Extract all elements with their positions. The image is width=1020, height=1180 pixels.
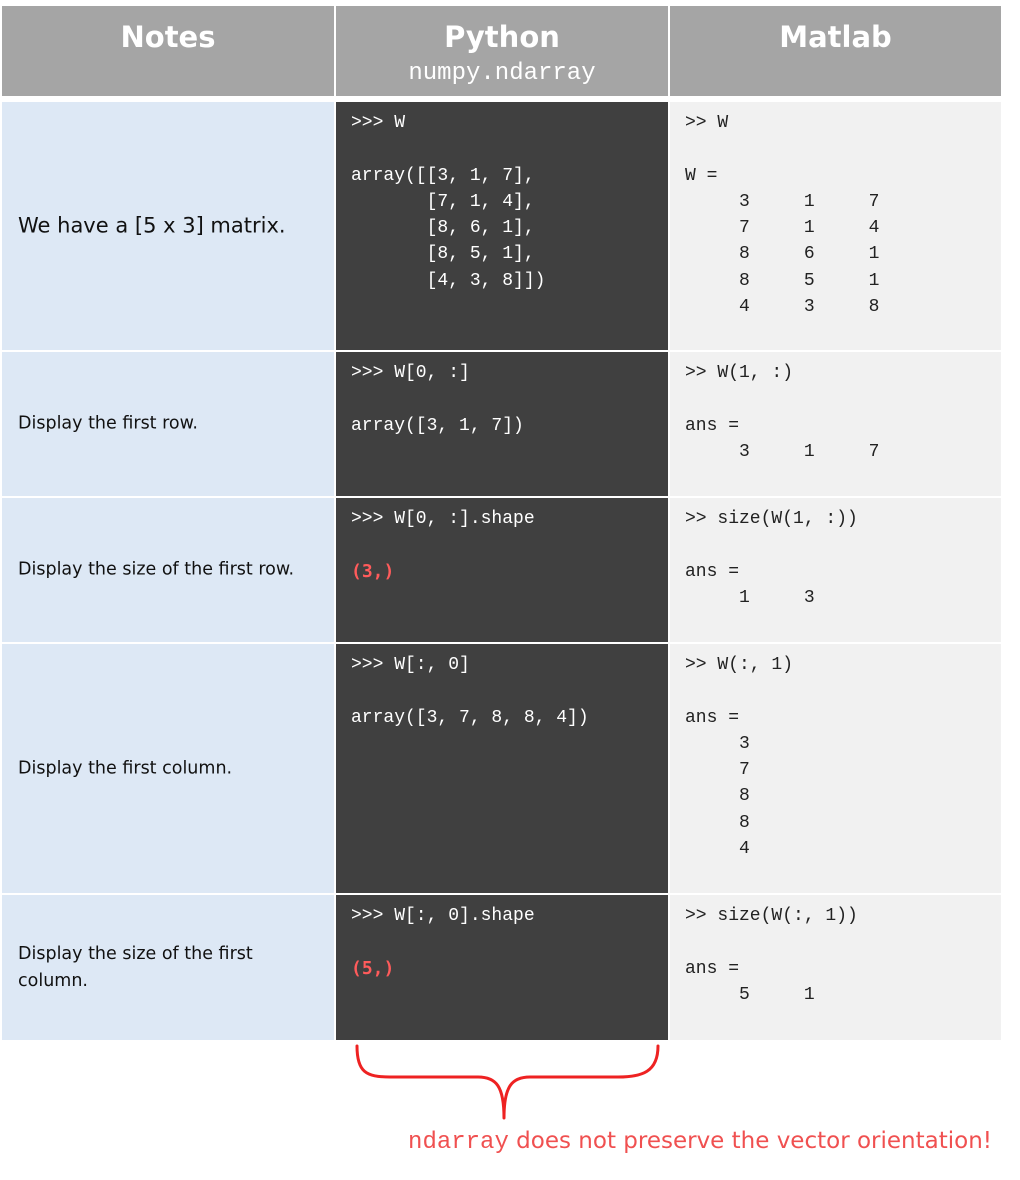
python-command: >>> W[0, :].shape bbox=[351, 509, 535, 529]
python-cell: >>> W[:, 0].shape (5,) bbox=[336, 895, 668, 1040]
header-matlab-title: Matlab bbox=[779, 20, 892, 54]
note-text: We have a [5 x 3] matrix. bbox=[18, 213, 286, 238]
python-cell: >>> W array([[3, 1, 7], [7, 1, 4], [8, 6… bbox=[336, 102, 668, 350]
header-notes-title: Notes bbox=[120, 20, 216, 54]
python-cell: >>> W[:, 0] array([3, 7, 8, 8, 4]) bbox=[336, 644, 668, 893]
notes-cell: Display the first column. bbox=[2, 644, 334, 893]
python-output-shape: (5,) bbox=[351, 957, 395, 979]
matlab-code: >> size(W(1, :)) ans = 1 3 bbox=[685, 509, 858, 608]
note-text: Display the size of the first row. bbox=[18, 559, 295, 580]
python-code: >>> W[0, :] array([3, 1, 7]) bbox=[351, 360, 524, 439]
header-matlab: Matlab bbox=[670, 6, 1001, 96]
python-output: array([[3, 1, 7], [7, 1, 4], [8, 6, 1], … bbox=[351, 165, 546, 291]
python-cell: >>> W[0, :] array([3, 1, 7]) bbox=[336, 352, 668, 496]
notes-cell: We have a [5 x 3] matrix. bbox=[2, 102, 334, 350]
notes-cell: Display the size of the first column. bbox=[2, 895, 334, 1040]
python-code: >>> W[:, 0].shape (5,) bbox=[351, 903, 535, 983]
header-python-subtitle: numpy.ndarray bbox=[408, 60, 596, 87]
python-command: >>> W bbox=[351, 113, 406, 133]
python-cell: >>> W[0, :].shape (3,) bbox=[336, 498, 668, 642]
python-output: array([3, 1, 7]) bbox=[351, 415, 524, 436]
note-text: Display the first row. bbox=[18, 413, 198, 434]
python-command: >>> W[:, 0] bbox=[351, 655, 470, 675]
brace-path bbox=[355, 1044, 660, 1120]
note-text: Display the size of the first column. bbox=[18, 943, 253, 991]
footnote: ndarray does not preserve the vector ori… bbox=[408, 1128, 992, 1156]
matlab-cell: >> W(:, 1) ans = 3 7 8 8 4 bbox=[670, 644, 1001, 893]
footnote-text: does not preserve the vector orientation… bbox=[508, 1128, 992, 1154]
notes-cell: Display the size of the first row. bbox=[2, 498, 334, 642]
matlab-code: >> W(:, 1) ans = 3 7 8 8 4 bbox=[685, 655, 794, 860]
matlab-code: >> W(1, :) ans = 3 1 7 bbox=[685, 363, 880, 462]
footnote-code: ndarray bbox=[408, 1129, 509, 1156]
header-notes: Notes bbox=[2, 6, 334, 96]
header-python: Python numpy.ndarray bbox=[336, 6, 668, 96]
note-text: Display the first column. bbox=[18, 758, 233, 778]
python-code: >>> W array([[3, 1, 7], [7, 1, 4], [8, 6… bbox=[351, 110, 545, 294]
matlab-cell: >> size(W(:, 1)) ans = 5 1 bbox=[670, 895, 1001, 1040]
curly-brace-icon bbox=[355, 1044, 660, 1120]
python-command: >>> W[:, 0].shape bbox=[351, 906, 535, 926]
python-command: >>> W[0, :] bbox=[351, 363, 470, 383]
python-code: >>> W[:, 0] array([3, 7, 8, 8, 4]) bbox=[351, 652, 589, 731]
notes-cell: Display the first row. bbox=[2, 352, 334, 496]
header-python-title: Python bbox=[444, 20, 560, 54]
matlab-cell: >> W W = 3 1 7 7 1 4 8 6 1 8 5 1 4 3 8 bbox=[670, 102, 1001, 350]
python-output-shape: (3,) bbox=[351, 560, 395, 582]
matlab-code: >> size(W(:, 1)) ans = 5 1 bbox=[685, 906, 858, 1005]
python-output: array([3, 7, 8, 8, 4]) bbox=[351, 707, 589, 728]
matlab-cell: >> W(1, :) ans = 3 1 7 bbox=[670, 352, 1001, 496]
python-code: >>> W[0, :].shape (3,) bbox=[351, 506, 535, 586]
matlab-code: >> W W = 3 1 7 7 1 4 8 6 1 8 5 1 4 3 8 bbox=[685, 113, 880, 318]
matlab-cell: >> size(W(1, :)) ans = 1 3 bbox=[670, 498, 1001, 642]
